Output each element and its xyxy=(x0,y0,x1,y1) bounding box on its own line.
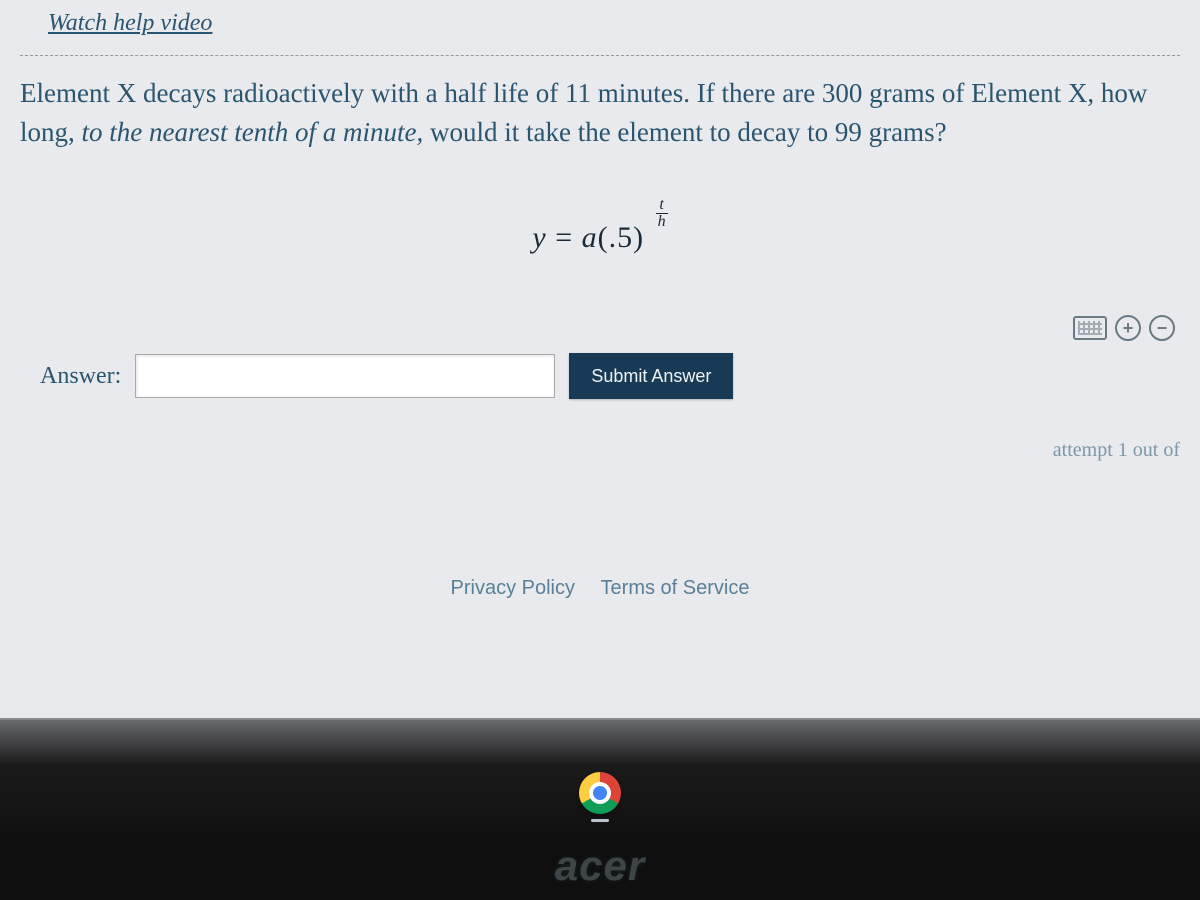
input-toolbar: + − xyxy=(20,315,1180,341)
formula-row: y = a(.5) t h xyxy=(20,207,1180,255)
chrome-app-icon[interactable] xyxy=(579,772,621,814)
zoom-out-icon[interactable]: − xyxy=(1149,315,1175,341)
answer-input[interactable] xyxy=(135,354,555,398)
chrome-running-indicator xyxy=(591,819,609,822)
formula-lparen: ( xyxy=(598,221,609,254)
problem-suffix: would it take the element to decay to 99… xyxy=(423,117,946,147)
privacy-policy-link[interactable]: Privacy Policy xyxy=(451,577,575,599)
os-taskbar xyxy=(0,766,1200,822)
formula-lhs: y xyxy=(532,221,546,254)
monitor-bezel: acer xyxy=(0,832,1200,900)
formula-exp-den: h xyxy=(656,214,668,230)
formula-exp-num: t xyxy=(656,197,668,214)
watch-help-video-link[interactable]: Watch help video xyxy=(48,10,212,36)
monitor-brand-label: acer xyxy=(555,842,645,890)
formula-coef: a xyxy=(582,221,598,254)
problem-italic: to the nearest tenth of a minute, xyxy=(82,117,424,147)
answer-label: Answer: xyxy=(40,363,121,390)
formula-eq: = xyxy=(547,221,582,254)
formula-exponent: t h xyxy=(656,197,668,230)
terms-of-service-link[interactable]: Terms of Service xyxy=(601,577,750,599)
problem-panel: Watch help video Element X decays radioa… xyxy=(0,0,1200,720)
submit-answer-button[interactable]: Submit Answer xyxy=(569,353,733,399)
answer-row: Answer: Submit Answer xyxy=(20,353,1180,399)
formula-base-val: .5 xyxy=(609,221,634,254)
formula-rparen: ) xyxy=(633,221,644,254)
footer-links: Privacy Policy Terms of Service xyxy=(20,462,1180,600)
decay-formula: y = a(.5) t h xyxy=(532,207,667,255)
problem-statement: Element X decays radioactively with a ha… xyxy=(20,74,1180,152)
attempt-counter: attempt 1 out of xyxy=(20,439,1180,462)
help-link-row: Watch help video xyxy=(20,0,1180,56)
zoom-in-icon[interactable]: + xyxy=(1115,315,1141,341)
keyboard-icon[interactable] xyxy=(1073,316,1107,340)
